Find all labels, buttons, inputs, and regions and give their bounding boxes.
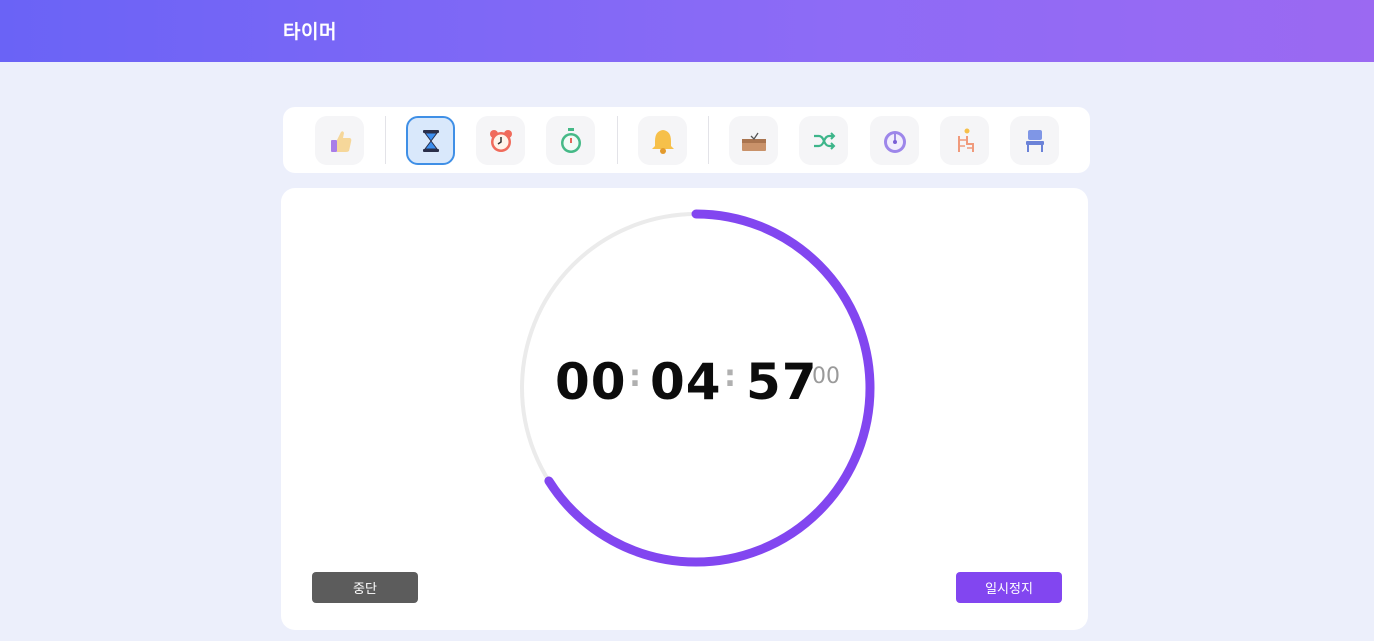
pause-button[interactable]: 일시정지 [956,572,1062,603]
box-tool-button[interactable] [729,116,778,165]
thumbs-up-icon [330,130,351,152]
ladder-tool-button[interactable] [940,116,989,165]
stopwatch-icon [560,127,581,153]
bell-icon [651,129,674,154]
thumbs-up-tool-button[interactable] [315,116,364,165]
stopwatch-tool-button[interactable] [546,116,595,165]
toolbar-divider [617,116,618,164]
timer-card: 00 : 04 : 57 00 중단 일시정지 [281,188,1088,630]
clock-tool-button[interactable] [870,116,919,165]
timer-display: 00 : 04 : 57 00 [281,188,1088,630]
toolbar-divider [708,116,709,164]
bell-tool-button[interactable] [638,116,687,165]
app-header: 타이머 [0,0,1374,62]
shuffle-icon [813,131,835,150]
chair-icon [1025,129,1044,152]
stop-button[interactable]: 중단 [312,572,418,603]
hourglass-icon [422,129,439,152]
alarm-tool-button[interactable] [476,116,525,165]
box-icon [741,132,766,151]
timer-type-toolbar [283,107,1090,173]
shuffle-tool-button[interactable] [799,116,848,165]
hours-value: 00 [555,353,627,411]
hourglass-tool-button[interactable] [406,116,455,165]
seconds-value: 57 [746,353,818,411]
ladder-icon [957,128,974,152]
time-separator: : [629,359,641,394]
page-title: 타이머 [283,21,337,43]
time-separator: : [724,359,736,394]
toolbar-divider [385,116,386,164]
alarm-clock-icon [489,129,512,152]
minutes-value: 04 [650,353,722,411]
clock-icon [883,130,906,153]
centiseconds-value: 00 [812,364,840,389]
chair-tool-button[interactable] [1010,116,1059,165]
